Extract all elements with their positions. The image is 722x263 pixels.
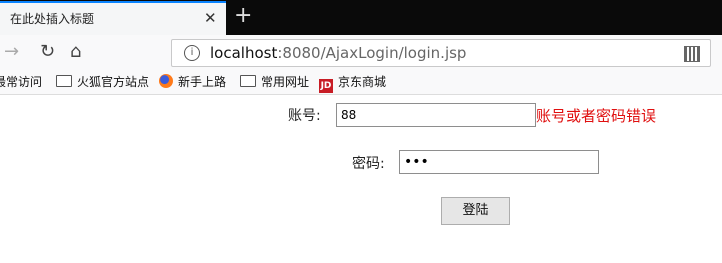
bookmark-common-sites[interactable]: 常用网址	[240, 73, 309, 90]
info-icon[interactable]: i	[184, 45, 200, 61]
navigation-toolbar: → ↻ ⌂ i localhost:8080/AjaxLogin/login.j…	[0, 35, 722, 70]
bookmark-getting-started[interactable]: 新手上路	[159, 73, 226, 90]
password-input[interactable]: •••	[399, 150, 599, 174]
bookmarks-toolbar: 最常访问 火狐官方站点 新手上路 常用网址 JD 京东商城	[0, 70, 722, 95]
jd-icon: JD	[319, 79, 333, 93]
password-label: 密码:	[352, 156, 385, 172]
bookmark-label: 京东商城	[338, 75, 387, 89]
bookmark-jd-mall[interactable]: JD 京东商城	[319, 73, 386, 93]
url-path: :8080/AjaxLogin/login.jsp	[277, 44, 467, 62]
close-tab-icon[interactable]: ✕	[204, 9, 217, 27]
bookmark-label: 火狐官方站点	[77, 75, 150, 89]
account-label: 账号:	[288, 108, 321, 124]
new-tab-icon[interactable]: +	[234, 4, 252, 28]
tab-strip: 在此处插入标题 ✕ +	[0, 0, 722, 35]
bookmark-firefox-site[interactable]: 火狐官方站点	[56, 73, 149, 90]
home-icon[interactable]: ⌂	[70, 41, 81, 62]
url-bar[interactable]: i localhost:8080/AjaxLogin/login.jsp	[171, 39, 711, 67]
bookmark-label: 新手上路	[178, 75, 227, 89]
error-message: 账号或者密码错误	[536, 107, 657, 125]
bookmark-most-visited[interactable]: 最常访问	[0, 73, 42, 90]
bookmark-label: 常用网址	[261, 75, 310, 89]
folder-icon	[240, 75, 256, 87]
reload-icon[interactable]: ↻	[40, 41, 55, 62]
bookmark-label: 最常访问	[0, 75, 43, 89]
active-tab[interactable]: 在此处插入标题 ✕	[0, 1, 226, 35]
login-button[interactable]: 登陆	[441, 197, 510, 225]
url-text[interactable]: localhost:8080/AjaxLogin/login.jsp	[210, 44, 466, 62]
folder-icon	[56, 75, 72, 87]
back-arrow-icon[interactable]: →	[4, 41, 19, 62]
firefox-icon	[159, 74, 173, 88]
qr-code-icon[interactable]	[684, 46, 700, 62]
account-input[interactable]	[336, 103, 536, 127]
url-host: localhost	[210, 44, 278, 62]
tab-title: 在此处插入标题	[10, 12, 95, 26]
